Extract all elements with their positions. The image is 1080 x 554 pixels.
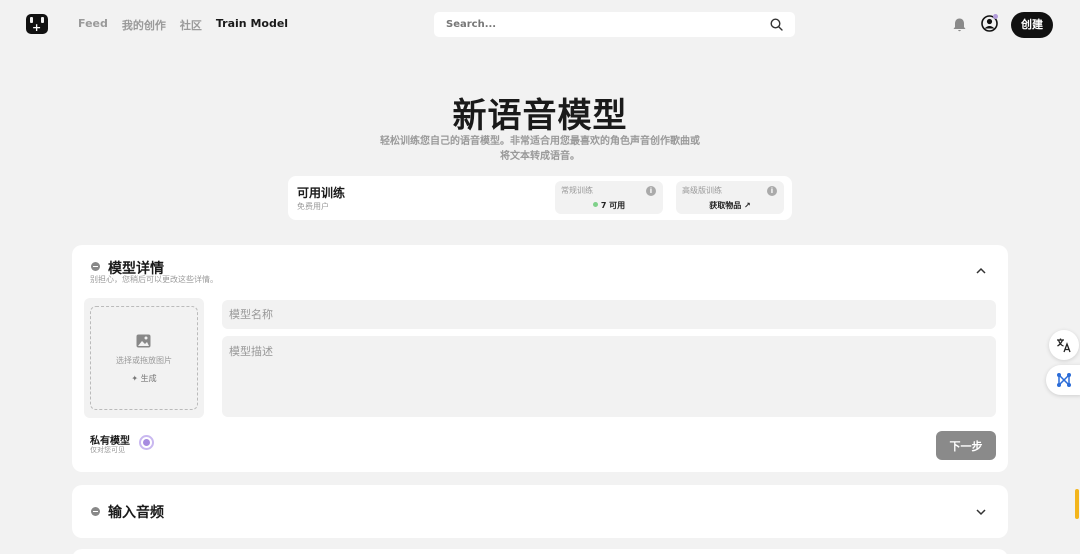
nav-item-my-creations[interactable]: 我的创作 bbox=[122, 17, 166, 33]
network-icon bbox=[1057, 373, 1071, 387]
quota-subtitle: 免费用户 bbox=[297, 202, 329, 211]
page-title: 新语音模型 bbox=[452, 96, 628, 136]
translate-icon bbox=[1057, 338, 1071, 353]
section-collapse-dot-icon bbox=[91, 507, 100, 516]
info-icon[interactable]: i bbox=[767, 186, 777, 196]
upload-dropzone[interactable]: 选择或拖放图片 ✦ 生成 bbox=[90, 306, 198, 410]
nav-item-feed[interactable]: Feed bbox=[78, 17, 108, 33]
private-model-hint: 仅对您可见 bbox=[90, 446, 125, 454]
logo-icon[interactable]: + bbox=[26, 14, 48, 34]
search-input[interactable] bbox=[446, 17, 746, 32]
status-dot bbox=[592, 202, 598, 207]
model-description-input[interactable] bbox=[222, 336, 996, 417]
main-nav: Feed 我的创作 社区 Train Model bbox=[78, 17, 288, 33]
nav-item-community[interactable]: 社区 bbox=[180, 17, 202, 33]
model-name-input[interactable] bbox=[222, 300, 996, 329]
notification-dot bbox=[993, 14, 998, 19]
private-model-toggle[interactable] bbox=[139, 435, 154, 450]
chevron-up-icon[interactable] bbox=[975, 267, 987, 275]
top-bar: + Feed 我的创作 社区 Train Model 创建 bbox=[0, 0, 1080, 50]
info-icon[interactable]: i bbox=[646, 186, 656, 196]
regular-training-label: 常规训练 bbox=[561, 186, 593, 195]
chevron-down-icon[interactable] bbox=[975, 508, 987, 516]
network-plugin-button[interactable] bbox=[1046, 365, 1080, 395]
next-section-card[interactable] bbox=[72, 549, 1008, 554]
input-audio-section[interactable]: 输入音频 bbox=[72, 485, 1008, 538]
advanced-training-label: 高级版训练 bbox=[682, 186, 722, 195]
bell-icon[interactable] bbox=[952, 17, 967, 33]
advanced-training-box: 高级版训练 i 获取物品 ↗ bbox=[676, 181, 784, 214]
regular-training-box: 常规训练 i 7 可用 bbox=[555, 181, 663, 214]
quota-title: 可用训练 bbox=[297, 186, 346, 200]
generate-image-button[interactable]: ✦ 生成 bbox=[91, 373, 197, 384]
page-subtitle: 轻松训练您自己的语音模型。非常适合用您最喜欢的角色声音创作歌曲或 将文本转成语音… bbox=[365, 134, 715, 164]
image-upload-area[interactable]: 选择或拖放图片 ✦ 生成 bbox=[84, 298, 204, 418]
upload-hint: 选择或拖放图片 bbox=[116, 356, 172, 365]
model-details-section: 模型详情 别担心，您稍后可以更改这些详情。 选择或拖放图片 ✦ 生成 私有模型 … bbox=[72, 245, 1008, 472]
section-description: 别担心，您稍后可以更改这些详情。 bbox=[90, 275, 218, 284]
regular-training-count: 7 可用 bbox=[600, 201, 626, 210]
scroll-handle[interactable] bbox=[1075, 489, 1079, 519]
page-subtitle-line2: 将文本转成语音。 bbox=[500, 151, 580, 162]
section-title: 输入音频 bbox=[108, 505, 164, 521]
search-icon[interactable] bbox=[770, 18, 783, 31]
nav-item-train-model[interactable]: Train Model bbox=[216, 17, 288, 33]
next-step-button[interactable]: 下一步 bbox=[936, 431, 996, 460]
get-items-link[interactable]: 获取物品 ↗ bbox=[676, 200, 784, 211]
image-icon bbox=[136, 334, 151, 348]
page-subtitle-line1: 轻松训练您自己的语音模型。非常适合用您最喜欢的角色声音创作歌曲或 bbox=[380, 136, 700, 147]
translate-button[interactable] bbox=[1049, 330, 1079, 360]
training-quota-card: 可用训练 免费用户 常规训练 i 7 可用 高级版训练 i 获取物品 ↗ bbox=[288, 176, 792, 220]
regular-training-value: 7 可用 bbox=[555, 200, 663, 211]
create-button[interactable]: 创建 bbox=[1011, 12, 1053, 38]
section-collapse-dot-icon bbox=[91, 262, 100, 271]
search-bar bbox=[434, 12, 795, 37]
